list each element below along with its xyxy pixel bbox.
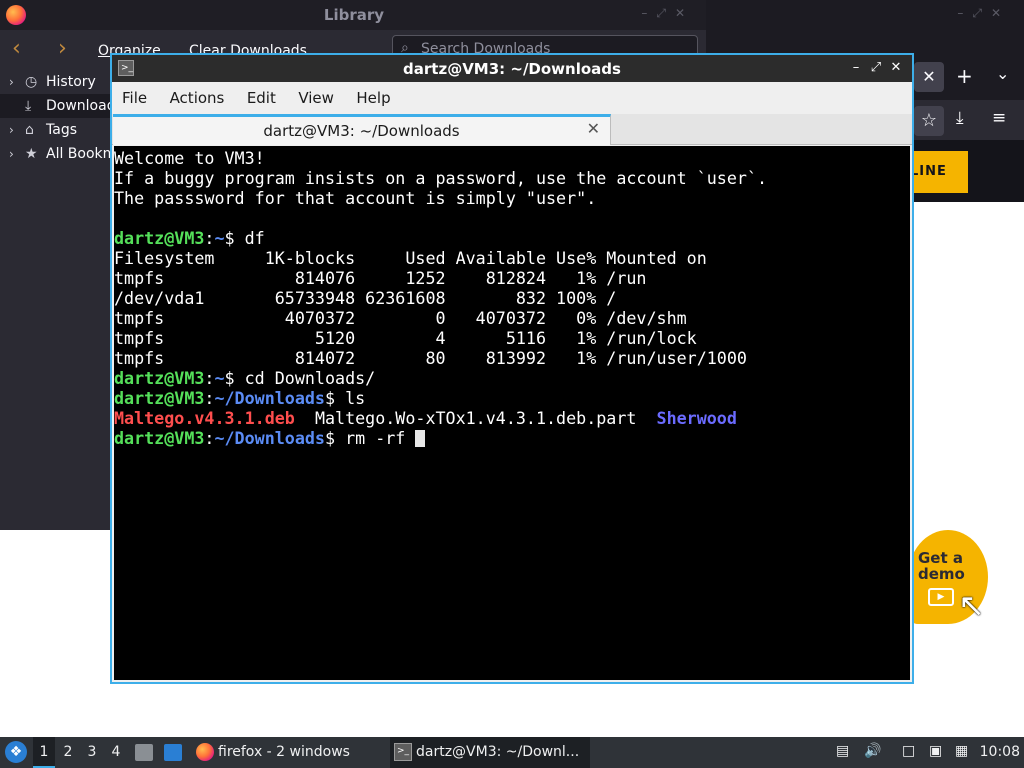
- volume-icon[interactable]: 🔊: [864, 743, 881, 759]
- network-tray-icon[interactable]: ▦: [955, 743, 968, 759]
- sidebar-item-label: All Bookmarks: [46, 146, 110, 162]
- forward-arrow-icon[interactable]: ›: [58, 36, 67, 61]
- terminal-output[interactable]: Welcome to VM3! If a buggy program insis…: [114, 146, 910, 680]
- terminal-menubar: File Actions Edit View Help: [112, 82, 912, 114]
- hamburger-menu-icon[interactable]: ≡: [992, 108, 1006, 128]
- menu-view[interactable]: View: [298, 82, 334, 114]
- close-tab-icon[interactable]: ✕: [914, 62, 944, 92]
- webpage-cta-button[interactable]: LINE: [906, 151, 968, 193]
- menu-edit[interactable]: Edit: [247, 82, 276, 114]
- terminal-tabbar: dartz@VM3: ~/Downloads ✕: [112, 114, 912, 145]
- ls-file-part: Maltego.Wo-xTOx1.v4.3.1.deb.part: [314, 408, 637, 428]
- new-tab-icon[interactable]: +: [956, 64, 973, 88]
- prompt-path: ~: [214, 228, 225, 248]
- firefox-icon: [196, 743, 214, 761]
- terminal-icon: >_: [394, 743, 412, 761]
- menu-file[interactable]: File: [122, 82, 147, 114]
- mouse-pointer-icon: ↖: [958, 586, 985, 624]
- command-input[interactable]: rm -rf: [345, 428, 415, 448]
- demo-label-line2: demo: [918, 565, 965, 583]
- prompt-path: ~: [214, 368, 225, 388]
- prompt-path: ~/Downloads: [214, 388, 325, 408]
- library-titlebar: Library –⤢✕: [0, 0, 708, 30]
- close-icon[interactable]: ✕: [886, 60, 906, 75]
- df-row: tmpfs 814076 1252 812824 1% /run: [114, 268, 647, 288]
- library-sidebar: › ◷ History ⤓ Downloads › ⌂ Tags › ★ All…: [0, 70, 110, 530]
- chevron-down-icon[interactable]: ⌄: [996, 64, 1009, 83]
- download-icon: ⤓: [25, 98, 32, 114]
- taskbar-terminal-label: dartz@VM3: ~/Downl...: [416, 744, 580, 760]
- sidebar-item-all-bookmarks[interactable]: › ★ All Bookmarks: [0, 142, 110, 166]
- command-text: ls: [345, 388, 366, 408]
- demo-label: Get a demo: [918, 550, 965, 582]
- clock-icon: ◷: [25, 74, 38, 90]
- library-window-controls[interactable]: –⤢✕: [641, 6, 694, 21]
- library-title: Library: [323, 6, 385, 24]
- welcome-line: If a buggy program insists on a password…: [114, 168, 768, 188]
- file-manager-icon[interactable]: [135, 744, 153, 761]
- terminal-window: >_ dartz@VM3: ~/Downloads – ⤢ ✕ File Actio…: [110, 53, 914, 684]
- play-video-icon: ▶: [928, 588, 954, 606]
- prompt-user: dartz@VM3: [114, 388, 205, 408]
- maximize-icon[interactable]: ⤢: [866, 60, 886, 75]
- workspace-2[interactable]: 2: [57, 737, 79, 768]
- workspace-1[interactable]: 1: [33, 737, 55, 768]
- df-row: tmpfs 4070372 0 4070372 0% /dev/shm: [114, 308, 687, 328]
- chevron-right-icon[interactable]: ›: [9, 142, 14, 166]
- welcome-line: The passsword for that account is simply…: [114, 188, 597, 208]
- get-a-demo-button[interactable]: Get a demo ▶ ↖: [908, 530, 988, 624]
- sidebar-item-tags[interactable]: › ⌂ Tags: [0, 118, 110, 142]
- menu-help[interactable]: Help: [356, 82, 390, 114]
- close-tab-icon[interactable]: ✕: [587, 119, 600, 138]
- sidebar-item-label: Tags: [46, 122, 77, 138]
- df-row: /dev/vda1 65733948 62361608 832 100% /: [114, 288, 617, 308]
- text-cursor: [415, 430, 426, 447]
- terminal-tab[interactable]: dartz@VM3: ~/Downloads ✕: [113, 114, 611, 145]
- chevron-right-icon[interactable]: ›: [9, 70, 14, 94]
- show-desktop-icon[interactable]: [164, 744, 182, 761]
- terminal-titlebar[interactable]: >_ dartz@VM3: ~/Downloads – ⤢ ✕: [112, 55, 912, 82]
- start-menu-icon[interactable]: ❖: [5, 741, 27, 763]
- menu-actions[interactable]: Actions: [170, 82, 225, 114]
- bookmark-star-icon[interactable]: ☆: [914, 106, 944, 136]
- df-header: Filesystem 1K-blocks Used Available Use%…: [114, 248, 707, 268]
- terminal-text: Welcome to VM3! If a buggy program insis…: [114, 148, 768, 448]
- terminal-window-controls: – ⤢ ✕: [846, 60, 906, 75]
- df-row: tmpfs 814072 80 813992 1% /run/user/1000: [114, 348, 747, 368]
- ls-directory: Sherwood: [656, 408, 737, 428]
- notes-tray-icon[interactable]: □: [902, 743, 915, 759]
- prompt-path: ~/Downloads: [214, 428, 325, 448]
- tag-icon: ⌂: [25, 122, 34, 138]
- taskbar: ❖ 1 2 3 4 firefox - 2 windows >_ dartz@V…: [0, 737, 1024, 768]
- ls-file-deb: Maltego.v4.3.1.deb: [114, 408, 295, 428]
- df-row: tmpfs 5120 4 5116 1% /run/lock: [114, 328, 697, 348]
- downloads-icon[interactable]: ⤓: [956, 108, 964, 128]
- terminal-window-title: dartz@VM3: ~/Downloads: [403, 60, 621, 78]
- welcome-line: Welcome to VM3!: [114, 148, 265, 168]
- back-arrow-icon[interactable]: ‹: [12, 36, 21, 61]
- sidebar-item-label: Downloads: [46, 98, 110, 114]
- terminal-tab-label: dartz@VM3: ~/Downloads: [263, 122, 460, 140]
- workspace-3[interactable]: 3: [81, 737, 103, 768]
- sidebar-item-downloads[interactable]: ⤓ Downloads: [0, 94, 110, 118]
- demo-label-line1: Get a: [918, 549, 963, 567]
- display-tray-icon[interactable]: ▣: [929, 743, 942, 759]
- sidebar-item-history[interactable]: › ◷ History: [0, 70, 110, 94]
- browser-window-controls[interactable]: –⤢✕: [957, 6, 1010, 21]
- command-text: df: [244, 228, 265, 248]
- clock[interactable]: 10:08: [980, 737, 1020, 768]
- command-text: cd Downloads/: [244, 368, 376, 388]
- sidebar-item-label: History: [46, 74, 96, 90]
- star-icon: ★: [25, 146, 38, 162]
- taskbar-firefox[interactable]: firefox - 2 windows: [192, 737, 382, 768]
- minimize-icon[interactable]: –: [846, 60, 866, 75]
- prompt-user: dartz@VM3: [114, 428, 205, 448]
- chevron-right-icon[interactable]: ›: [9, 118, 14, 142]
- workspace-4[interactable]: 4: [105, 737, 127, 768]
- clipboard-tray-icon[interactable]: ▤: [836, 743, 849, 759]
- prompt-user: dartz@VM3: [114, 368, 205, 388]
- taskbar-firefox-label: firefox - 2 windows: [218, 744, 350, 760]
- prompt-user: dartz@VM3: [114, 228, 205, 248]
- taskbar-terminal[interactable]: >_ dartz@VM3: ~/Downl...: [390, 737, 590, 768]
